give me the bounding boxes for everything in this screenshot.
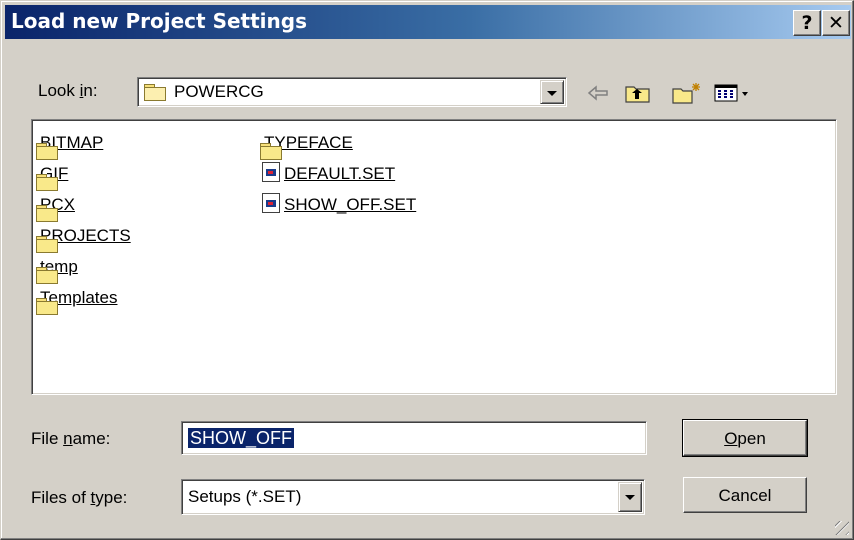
file-name-field[interactable]: SHOW_OFF bbox=[181, 421, 647, 455]
list-item[interactable]: PROJECTS bbox=[36, 225, 131, 253]
look-in-label: Look in: bbox=[38, 81, 98, 100]
list-item[interactable]: GIF bbox=[36, 163, 68, 191]
settings-file-icon bbox=[262, 192, 280, 218]
title-bar[interactable]: Load new Project Settings ? ✕ bbox=[5, 5, 851, 39]
view-menu-button[interactable] bbox=[713, 81, 753, 105]
up-folder-icon bbox=[625, 86, 650, 103]
look-in-dropdown-button[interactable] bbox=[540, 80, 564, 104]
settings-file-icon bbox=[262, 161, 280, 187]
file-type-label: Files of type: bbox=[31, 488, 128, 507]
up-one-level-button[interactable] bbox=[623, 81, 653, 105]
list-item[interactable]: PCX bbox=[36, 194, 75, 222]
look-in-value: POWERCG bbox=[174, 82, 264, 101]
help-button[interactable]: ? bbox=[793, 10, 821, 36]
look-in-dropdown[interactable]: POWERCG bbox=[137, 77, 567, 107]
close-button[interactable]: ✕ bbox=[822, 10, 850, 36]
list-item[interactable]: temp bbox=[36, 256, 78, 284]
chevron-down-icon bbox=[625, 495, 635, 500]
file-name-value: SHOW_OFF bbox=[188, 428, 294, 448]
resize-grip[interactable] bbox=[835, 521, 849, 535]
folder-icon bbox=[144, 84, 166, 101]
open-button[interactable]: Open bbox=[682, 419, 808, 457]
new-folder-button[interactable] bbox=[671, 81, 703, 105]
file-type-value: Setups (*.SET) bbox=[188, 487, 302, 506]
chevron-down-icon bbox=[547, 91, 557, 96]
file-type-dropdown-button[interactable] bbox=[618, 482, 642, 512]
back-button[interactable] bbox=[585, 81, 611, 105]
list-item[interactable]: TYPEFACE bbox=[260, 132, 353, 160]
list-item[interactable]: Templates bbox=[36, 287, 117, 315]
file-name-label: File name: bbox=[31, 429, 111, 448]
list-item[interactable]: BITMAP bbox=[36, 132, 103, 160]
list-item[interactable]: DEFAULT.SET bbox=[262, 161, 395, 187]
file-type-dropdown[interactable]: Setups (*.SET) bbox=[181, 479, 645, 515]
list-item[interactable]: SHOW_OFF.SET bbox=[262, 192, 416, 218]
new-folder-icon bbox=[672, 83, 700, 104]
window-title: Load new Project Settings bbox=[11, 9, 307, 33]
back-arrow-icon bbox=[587, 85, 608, 101]
dialog-window: Load new Project Settings ? ✕ Look in: P… bbox=[0, 0, 854, 540]
view-menu-icon bbox=[714, 84, 748, 102]
cancel-button[interactable]: Cancel bbox=[683, 477, 807, 513]
file-list[interactable]: BITMAP GIF PCX PROJECTS temp Templates T… bbox=[31, 119, 837, 395]
